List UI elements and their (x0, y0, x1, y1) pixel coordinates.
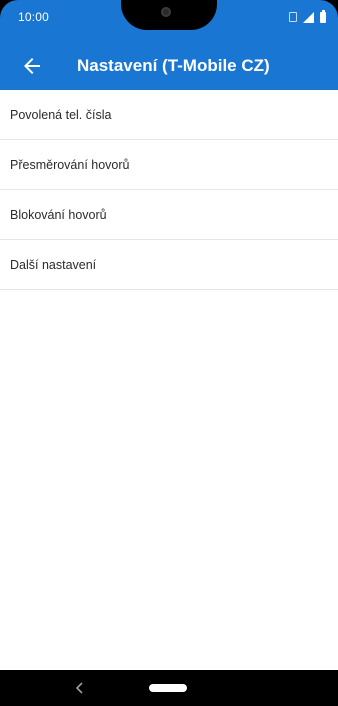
app-header: 10:00 Nastavení (T-Mobile CZ) (0, 0, 338, 90)
settings-item-label: Povolená tel. čísla (10, 107, 112, 122)
front-camera-icon (161, 7, 171, 17)
settings-item-additional-settings[interactable]: Další nastavení (0, 240, 338, 290)
chevron-left-icon[interactable] (70, 678, 90, 698)
settings-list: Povolená tel. čísla Přesměrování hovorů … (0, 90, 338, 290)
settings-item-call-barring[interactable]: Blokování hovorů (0, 190, 338, 240)
app-bar: Nastavení (T-Mobile CZ) (0, 44, 338, 90)
arrow-left-icon[interactable] (20, 54, 44, 78)
signal-icon (303, 11, 314, 23)
phone-screen: 10:00 Nastavení (T-Mobile CZ) Povolená t… (0, 0, 338, 706)
settings-item-call-forwarding[interactable]: Přesměrování hovorů (0, 140, 338, 190)
status-icons (289, 9, 326, 24)
settings-item-label: Další nastavení (10, 257, 97, 272)
sim-icon (289, 12, 297, 22)
page-title: Nastavení (T-Mobile CZ) (77, 56, 270, 75)
status-time: 10:00 (18, 10, 50, 24)
battery-icon (320, 9, 326, 23)
navigation-bar (0, 670, 338, 706)
chevron-left-icon-glyph (75, 682, 83, 694)
settings-item-label: Blokování hovorů (10, 207, 107, 222)
settings-item-label: Přesměrování hovorů (10, 157, 130, 172)
status-bar: 10:00 (0, 0, 338, 34)
settings-item-fixed-dialing-numbers[interactable]: Povolená tel. čísla (0, 90, 338, 140)
home-pill-icon[interactable] (149, 684, 187, 692)
arrow-left-icon-glyph (24, 58, 40, 74)
